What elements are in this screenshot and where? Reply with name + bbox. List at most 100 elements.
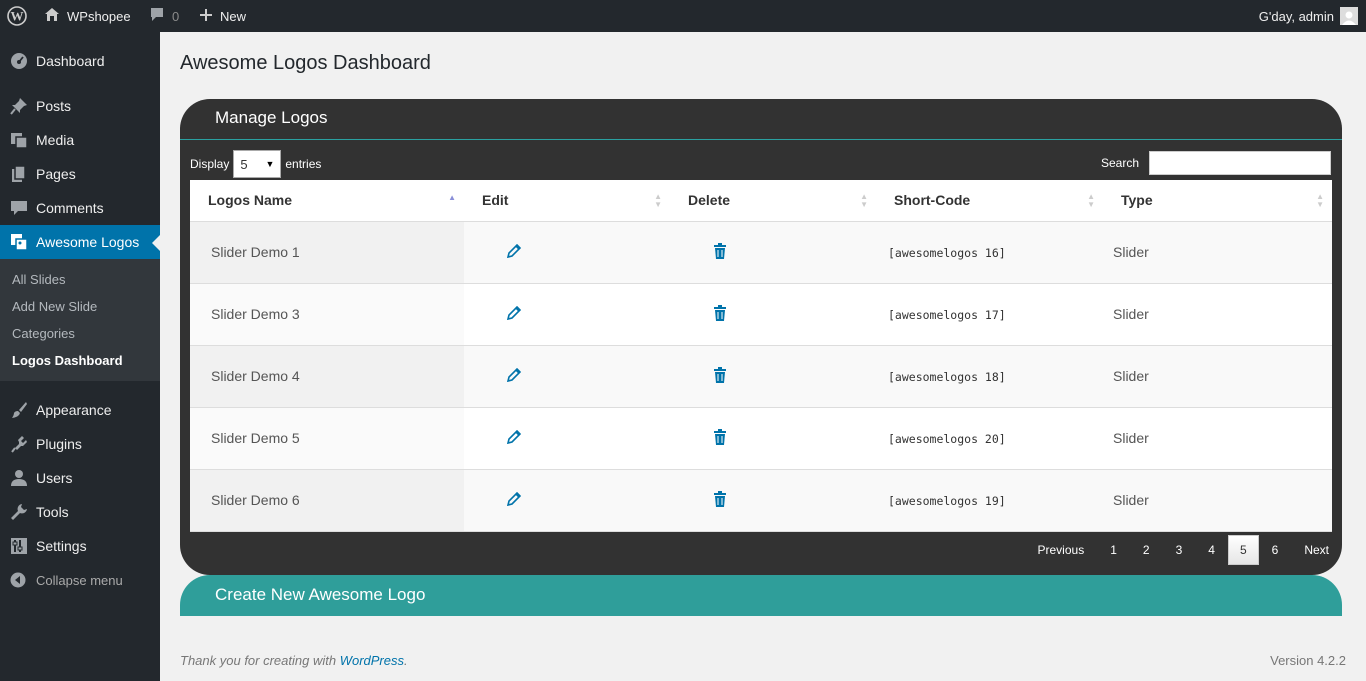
sort-icon: ▲ ▼	[654, 192, 662, 209]
menu-label: Tools	[36, 504, 69, 520]
comment-bubble-icon	[149, 7, 165, 25]
page-title: Awesome Logos Dashboard	[180, 52, 431, 74]
users-icon	[0, 469, 36, 487]
pencil-icon[interactable]	[506, 429, 522, 447]
menu-item-tools[interactable]: Tools	[0, 495, 160, 529]
menu-item-users[interactable]: Users	[0, 461, 160, 495]
logo-name-cell: Slider Demo 3	[190, 283, 464, 346]
pages-icon	[0, 165, 36, 183]
delete-cell	[670, 283, 876, 346]
home-icon	[44, 7, 60, 25]
dashboard-icon	[0, 52, 36, 70]
menu-item-awesome-logos[interactable]: Awesome Logos	[0, 225, 160, 259]
column-label: Type	[1121, 192, 1153, 209]
trash-icon[interactable]	[713, 428, 727, 448]
pagination-page[interactable]: 4	[1195, 535, 1228, 565]
footer-thanks: Thank you for creating with WordPress.	[180, 653, 408, 668]
menu-item-comments[interactable]: Comments	[0, 191, 160, 225]
delete-cell	[670, 469, 876, 532]
menu-item-posts[interactable]: Posts	[0, 89, 160, 123]
manage-logos-header[interactable]: Manage Logos	[180, 99, 1342, 140]
collapse-menu-button[interactable]: Collapse menu	[0, 568, 160, 592]
edit-cell	[464, 345, 670, 408]
menu-item-pages[interactable]: Pages	[0, 157, 160, 191]
pagination-page[interactable]: 6	[1259, 535, 1292, 565]
wordpress-link[interactable]: WordPress	[340, 653, 404, 668]
new-content-link[interactable]: New	[199, 0, 246, 32]
submenu-all-slides[interactable]: All Slides	[12, 272, 65, 287]
menu-label: Users	[36, 470, 73, 486]
images-icon	[0, 233, 36, 251]
edit-cell	[464, 283, 670, 346]
column-label: Delete	[688, 192, 731, 209]
delete-cell	[670, 345, 876, 408]
type-cell: Slider	[1103, 221, 1332, 284]
pagination-previous[interactable]: Previous	[1025, 535, 1098, 565]
edit-cell	[464, 221, 670, 284]
shortcode-cell: [awesomelogos 18]	[876, 345, 1103, 408]
trash-icon[interactable]	[713, 490, 727, 510]
create-logo-header[interactable]: Create New Awesome Logo	[180, 575, 1342, 616]
menu-item-appearance[interactable]: Appearance	[0, 393, 160, 427]
entries-select[interactable]: 5 ▼	[233, 150, 282, 178]
column-header-logos-name[interactable]: Logos Name ▲	[190, 180, 464, 222]
delete-cell	[670, 407, 876, 470]
trash-icon[interactable]	[713, 304, 727, 324]
trash-icon[interactable]	[713, 366, 727, 386]
menu-item-dashboard[interactable]: Dashboard	[0, 44, 160, 78]
search-label: Search	[1100, 156, 1139, 170]
pencil-icon[interactable]	[506, 305, 522, 323]
column-header-edit[interactable]: Edit ▲ ▼	[464, 180, 670, 222]
collapse-arrow-icon	[0, 572, 36, 588]
menu-item-media[interactable]: Media	[0, 123, 160, 157]
column-header-delete[interactable]: Delete ▲ ▼	[670, 180, 876, 222]
pagination-page[interactable]: 2	[1130, 535, 1163, 565]
shortcode-cell: [awesomelogos 17]	[876, 283, 1103, 346]
svg-text:W: W	[11, 9, 24, 24]
pagination-next[interactable]: Next	[1291, 535, 1342, 565]
menu-item-plugins[interactable]: Plugins	[0, 427, 160, 461]
footer-version: Version 4.2.2	[1270, 653, 1346, 668]
column-header-type[interactable]: Type ▲ ▼	[1103, 180, 1332, 222]
type-cell: Slider	[1103, 345, 1332, 408]
column-label: Short-Code	[894, 192, 971, 209]
footer-thanks-text: Thank you for creating with	[180, 653, 340, 668]
my-account-link[interactable]: G'day, admin	[1259, 0, 1358, 32]
site-name-link[interactable]: WPshopee	[44, 0, 131, 32]
logo-name-cell: Slider Demo 5	[190, 407, 464, 470]
column-label: Logos Name	[208, 192, 293, 209]
shortcode-cell: [awesomelogos 16]	[876, 221, 1103, 284]
pencil-icon[interactable]	[506, 243, 522, 261]
sort-ascending-icon: ▲	[448, 193, 456, 202]
pencil-icon[interactable]	[506, 367, 522, 385]
shortcode-cell: [awesomelogos 19]	[876, 469, 1103, 532]
comments-link[interactable]: 0	[149, 0, 179, 32]
submenu: All Slides Add New Slide Categories Logo…	[0, 259, 160, 381]
new-label: New	[220, 8, 247, 24]
type-cell: Slider	[1103, 407, 1332, 470]
submenu-categories[interactable]: Categories	[12, 326, 75, 341]
search-input[interactable]	[1149, 151, 1331, 175]
menu-label: Comments	[36, 200, 104, 216]
menu-label: Awesome Logos	[36, 234, 140, 250]
trash-icon[interactable]	[713, 242, 727, 262]
greeting-text: G'day, admin	[1258, 8, 1334, 24]
menu-item-settings[interactable]: Settings	[0, 529, 160, 563]
pagination-page-current[interactable]: 5	[1227, 535, 1259, 565]
avatar	[1340, 7, 1358, 25]
entries-label: entries	[285, 157, 322, 171]
settings-icon	[0, 537, 36, 555]
pagination-page[interactable]: 3	[1163, 535, 1196, 565]
pagination-page[interactable]: 1	[1097, 535, 1130, 565]
footer-thanks-suffix: .	[404, 653, 408, 668]
column-header-short-code[interactable]: Short-Code ▲ ▼	[876, 180, 1103, 222]
media-icon	[0, 131, 36, 149]
wordpress-logo-icon[interactable]: W	[0, 0, 34, 32]
submenu-add-new-slide[interactable]: Add New Slide	[12, 299, 97, 314]
manage-logos-title: Manage Logos	[215, 108, 328, 127]
menu-label: Settings	[36, 538, 87, 554]
pencil-icon[interactable]	[506, 491, 522, 509]
comments-count: 0	[172, 8, 180, 24]
admin-sidebar: Dashboard Posts Media Pages Comments Awe…	[0, 32, 160, 681]
submenu-logos-dashboard[interactable]: Logos Dashboard	[12, 353, 123, 368]
